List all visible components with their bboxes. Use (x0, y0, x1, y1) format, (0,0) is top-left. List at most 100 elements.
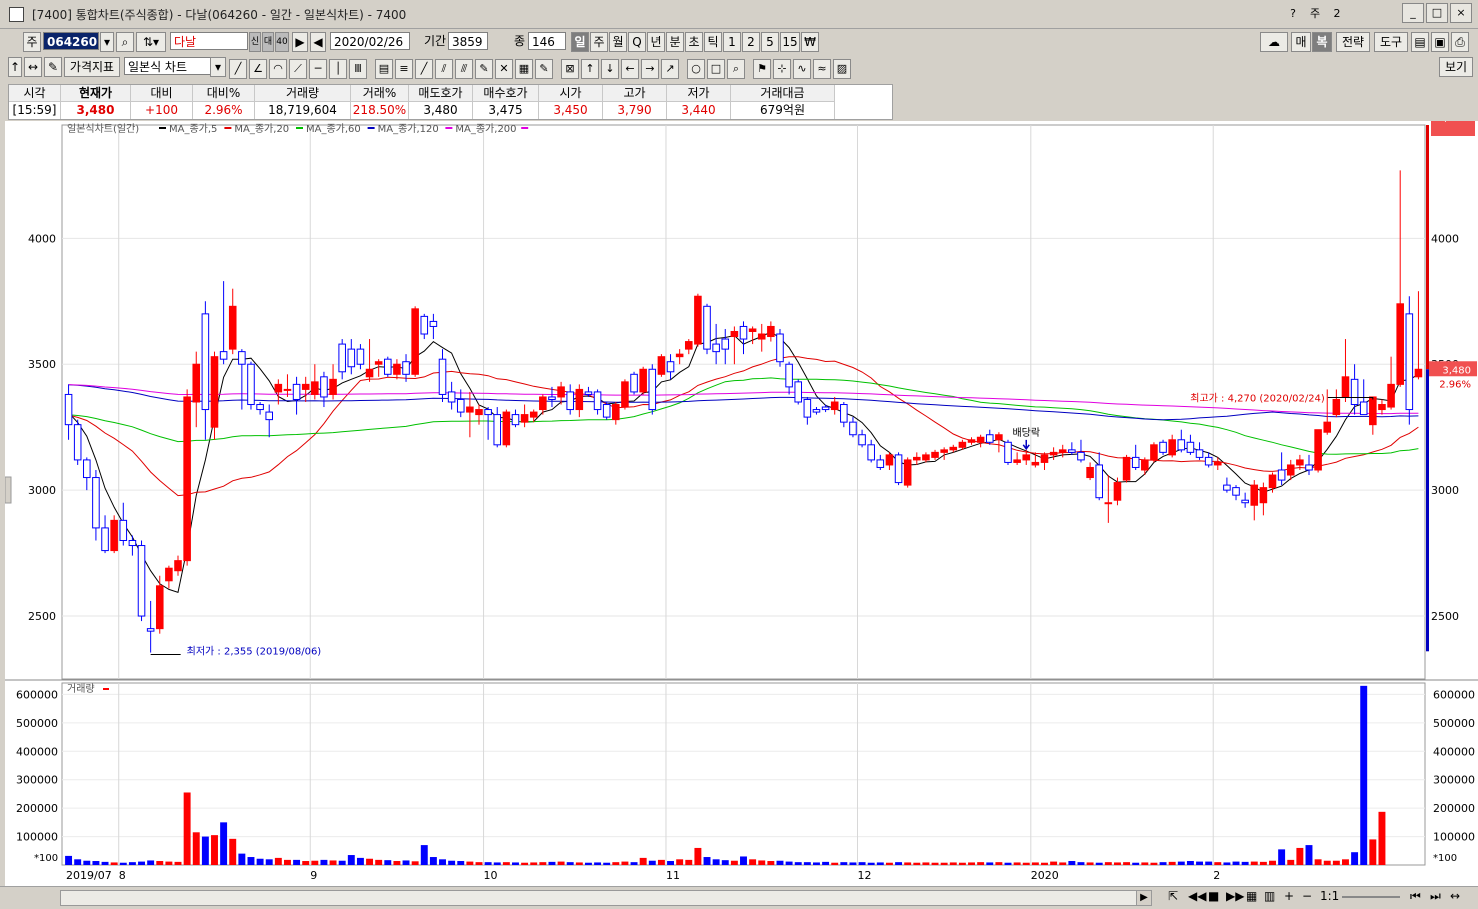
search-icon[interactable]: ⌕ (116, 32, 134, 52)
drawing-tool-icon[interactable]: ▦ (515, 59, 533, 79)
tab-daily[interactable]: 일 (571, 32, 589, 52)
strategy-button[interactable]: 전략 (1336, 32, 1370, 52)
stock-type-icon[interactable]: 주 (1306, 5, 1324, 23)
drawing-tool-icon[interactable]: ↓ (601, 59, 619, 79)
print-icon[interactable]: ⎙ (1451, 32, 1469, 52)
plus-icon[interactable]: + (1284, 889, 1294, 903)
horizontal-scrollbar[interactable]: ▶ (60, 890, 1152, 906)
indicator-button[interactable]: 가격지표 (64, 57, 120, 77)
tab-quarterly[interactable]: Q (628, 32, 646, 52)
drawing-tool-icon[interactable]: ∿ (793, 59, 811, 79)
volume-bar (475, 862, 483, 865)
view-button[interactable]: 보기 (1439, 57, 1473, 77)
candle (1414, 291, 1423, 380)
candle (830, 396, 839, 415)
save-icon[interactable]: ▣ (1431, 32, 1449, 52)
drawing-tool-icon[interactable]: ⚑ (753, 59, 771, 79)
drawing-tool-icon[interactable]: ⌕ (727, 59, 745, 79)
currency-button[interactable]: ₩ (801, 32, 819, 52)
drawing-tool-icon[interactable]: ▤ (375, 59, 393, 79)
split-icon[interactable]: ▥ (1264, 889, 1275, 903)
drawing-tool-icon[interactable]: ○ (687, 59, 705, 79)
prev-arrow-icon[interactable]: ◀ (310, 32, 326, 52)
cloud-icon[interactable]: ☁ (1260, 32, 1288, 52)
rewind-icon[interactable]: ◀◀ (1188, 889, 1206, 903)
drawing-tool-icon[interactable]: ⟋ (289, 59, 307, 79)
candle-body (183, 396, 191, 562)
candlestick-chart[interactable]: 2500250030003000350035004000400010000010… (4, 113, 1478, 887)
stock-code-input[interactable]: 064260 (43, 32, 99, 50)
drawing-tool-icon[interactable]: ⊹ (773, 59, 791, 79)
date-input[interactable]: 2020/02/26 (330, 32, 410, 50)
drawing-tool-icon[interactable]: ✎ (475, 59, 493, 79)
code-dropdown-icon[interactable]: ▾ (100, 32, 114, 52)
count-input[interactable]: 146 (528, 32, 566, 50)
drawing-tool-icon[interactable]: ⫻ (455, 59, 473, 79)
candle-body (265, 411, 274, 421)
drawing-tool-icon[interactable]: ✕ (495, 59, 513, 79)
next-arrow-icon[interactable]: ▶ (292, 32, 308, 52)
tab-yearly[interactable]: 년 (647, 32, 665, 52)
tab-1[interactable]: 1 (723, 32, 741, 52)
drawing-tool-icon[interactable]: → (641, 59, 659, 79)
drawing-tool-icon[interactable]: □ (707, 59, 725, 79)
compound-button[interactable]: 복 (1312, 32, 1332, 52)
edit-icon[interactable]: ✎ (44, 57, 62, 77)
open-icon[interactable]: ▤ (1411, 32, 1429, 52)
last-page-icon[interactable]: ⏭ (1430, 889, 1441, 904)
tab-monthly[interactable]: 월 (609, 32, 627, 52)
tab-2[interactable]: 2 (742, 32, 760, 52)
drawing-tool-icon[interactable]: │ (329, 59, 347, 79)
drawing-tool-icon[interactable]: ← (621, 59, 639, 79)
help-icon[interactable]: ? (1284, 5, 1302, 23)
scroll-up-icon[interactable]: ↑ (8, 57, 22, 77)
drawing-tool-icon[interactable]: ⊠ (561, 59, 579, 79)
candle (165, 565, 173, 589)
drawing-tool-icon[interactable]: ≡ (395, 59, 413, 79)
minus-icon[interactable]: − (1302, 889, 1312, 903)
candle (575, 384, 584, 418)
tab-weekly[interactable]: 주 (590, 32, 608, 52)
maximize-button[interactable]: □ (1426, 3, 1448, 23)
drawing-tool-icon[interactable]: ─ (309, 59, 327, 79)
period-input[interactable]: 3859 (448, 32, 488, 50)
drawing-tool-icon[interactable]: ╱ (229, 59, 247, 79)
zoom-slider[interactable] (1342, 896, 1400, 898)
candle (922, 452, 930, 463)
first-page-icon[interactable]: ⏮ (1410, 889, 1421, 904)
chart-type-dropdown-icon[interactable]: ▾ (210, 57, 226, 77)
drawing-tool-icon[interactable]: ↗ (661, 59, 679, 79)
market-type-button[interactable]: 주 (23, 32, 41, 52)
sell-button[interactable]: 매 (1291, 32, 1311, 52)
stock-name-field[interactable]: 다날 (170, 32, 248, 50)
tab-minute[interactable]: 분 (666, 32, 684, 52)
zoom-in-icon[interactable]: ⇱ (1168, 889, 1178, 903)
drawing-tool-icon[interactable]: ↑ (581, 59, 599, 79)
minimize-button[interactable]: _ (1402, 3, 1424, 23)
tab-5[interactable]: 5 (761, 32, 779, 52)
expand-icon[interactable]: ↔ (24, 57, 42, 77)
resize-icon[interactable]: ↔ (1450, 889, 1460, 903)
drawing-tool-icon[interactable]: Ⅲ (349, 59, 367, 79)
drawing-tool-icon[interactable]: ✎ (535, 59, 553, 79)
drawing-tool-icon[interactable]: ◠ (269, 59, 287, 79)
drawing-tool-icon[interactable]: ≈ (813, 59, 831, 79)
tab-second[interactable]: 초 (685, 32, 703, 52)
tab-tick[interactable]: 틱 (704, 32, 722, 52)
scroll-right-icon[interactable]: ▶ (1136, 891, 1151, 905)
drawing-tool-icon[interactable]: ⫽ (435, 59, 453, 79)
candle-body (347, 348, 356, 368)
screen-number-icon[interactable]: 2 (1328, 5, 1346, 23)
grid-toggle-icon[interactable]: ▦ (1246, 889, 1257, 903)
side-collapse-handle[interactable] (4, 476, 12, 504)
drawing-tool-icon[interactable]: ▨ (833, 59, 851, 79)
candle (757, 323, 766, 352)
drawing-tool-icon[interactable]: ╱ (415, 59, 433, 79)
tools-button[interactable]: 도구 (1374, 32, 1408, 52)
stop-icon[interactable]: ■ (1208, 889, 1219, 903)
close-button[interactable]: × (1450, 3, 1472, 23)
drawing-tool-icon[interactable]: ∠ (249, 59, 267, 79)
sort-icon[interactable]: ⇅▾ (136, 32, 166, 52)
forward-icon[interactable]: ▶▶ (1226, 889, 1244, 903)
tab-15[interactable]: 15 (780, 32, 800, 52)
